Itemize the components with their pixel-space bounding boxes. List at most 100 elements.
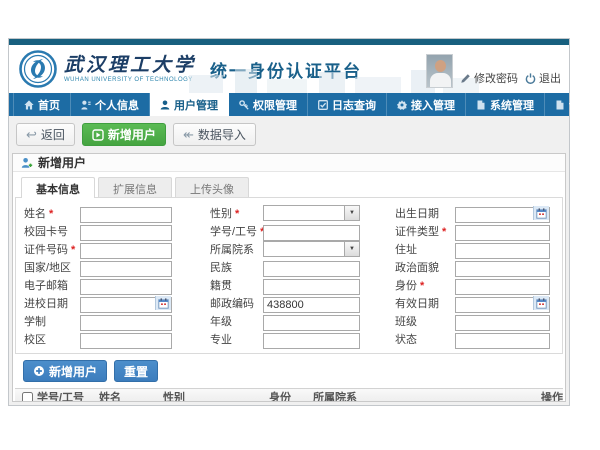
field-label-grade: 年级 <box>172 313 263 329</box>
university-name-block: 武汉理工大学 WUHAN UNIVERSITY OF TECHNOLOGY <box>64 55 196 83</box>
field-label-ethnicity: 民族 <box>172 259 263 275</box>
log-icon <box>318 100 328 110</box>
class-input[interactable] <box>455 315 550 331</box>
profile-icon <box>81 100 91 110</box>
submit-add-user-button[interactable]: 新增用户 <box>23 360 107 382</box>
campus-card-input[interactable] <box>80 225 172 241</box>
nav-item-log-query[interactable]: 日志查询 <box>308 93 387 116</box>
calendar-icon[interactable] <box>155 296 171 310</box>
address-field <box>455 241 550 257</box>
field-label-department: 所属院系 <box>172 241 263 257</box>
nav-item-permission[interactable]: 权限管理 <box>229 93 308 116</box>
identity-input[interactable] <box>455 279 550 295</box>
field-label-identity: 身份* <box>360 277 455 293</box>
tab-bar: 基本信息扩展信息上传头像 <box>13 172 565 197</box>
campus-field <box>80 331 172 347</box>
field-label-valid-date: 有效日期 <box>360 295 455 311</box>
reset-button[interactable]: 重置 <box>114 360 158 382</box>
nav-item-label: 接入管理 <box>411 97 455 113</box>
enroll-date-field <box>80 295 172 311</box>
tab-basic-info[interactable]: 基本信息 <box>21 177 95 198</box>
birth-date-field <box>455 205 550 221</box>
valid-date-field <box>455 295 550 311</box>
field-label-major: 专业 <box>172 331 263 347</box>
field-label-enroll-date: 进校日期 <box>24 295 80 311</box>
tab-extended-info[interactable]: 扩展信息 <box>98 177 172 197</box>
back-button-label: 返回 <box>41 126 65 143</box>
cert-type-field <box>455 223 550 239</box>
nav-item-label: 权限管理 <box>253 97 297 113</box>
add-user-button-label: 新增用户 <box>108 126 156 143</box>
column-header: 操作 <box>537 389 563 402</box>
field-label-status: 状态 <box>360 331 455 347</box>
required-marker: * <box>71 244 75 256</box>
add-user-icon <box>92 129 104 141</box>
status-input[interactable] <box>455 333 550 349</box>
nav-item-profile[interactable]: 个人信息 <box>71 93 150 116</box>
nav-item-access-mgmt[interactable]: 接入管理 <box>387 93 466 116</box>
field-label-postal-code: 邮政编码 <box>172 295 263 311</box>
address-input[interactable] <box>455 243 550 259</box>
nav-item-label: 首页 <box>38 97 60 113</box>
cert-number-input[interactable] <box>80 243 172 259</box>
email-input[interactable] <box>80 279 172 295</box>
nav-item-label: 订阅管理 <box>569 97 600 113</box>
select-all-checkbox[interactable] <box>22 392 33 403</box>
form-actions: 新增用户 重置 <box>13 354 565 387</box>
department-select[interactable]: ▼ <box>263 241 360 257</box>
status-field <box>455 331 550 347</box>
edu-length-input[interactable] <box>80 315 172 331</box>
field-label-class: 班级 <box>360 313 455 329</box>
chevron-down-icon: ▼ <box>344 206 359 220</box>
logout-label: 退出 <box>539 70 561 86</box>
column-header: 性别 <box>159 389 265 402</box>
ethnicity-field <box>263 259 360 275</box>
data-import-button[interactable]: ↞ 数据导入 <box>173 123 256 146</box>
plus-circle-icon <box>33 365 45 377</box>
field-label-edu-length: 学制 <box>24 313 80 329</box>
ethnicity-input[interactable] <box>263 261 360 277</box>
power-icon <box>525 73 536 84</box>
pencil-icon <box>460 73 471 84</box>
grade-input[interactable] <box>263 315 360 331</box>
nav-item-system-mgmt[interactable]: 系统管理 <box>466 93 545 116</box>
political-input[interactable] <box>455 261 550 277</box>
change-password-link[interactable]: 修改密码 <box>460 70 518 86</box>
cert-type-input[interactable] <box>455 225 550 241</box>
nav-item-label: 个人信息 <box>95 97 139 113</box>
tab-upload-avatar[interactable]: 上传头像 <box>175 177 249 197</box>
key-icon <box>239 100 249 110</box>
calendar-icon[interactable] <box>533 206 549 220</box>
gender-select[interactable]: ▼ <box>263 205 360 221</box>
select-all-cell <box>15 392 33 403</box>
postal-code-input[interactable] <box>263 297 360 313</box>
platform-title: 统一身份认证平台 <box>210 57 362 82</box>
major-input[interactable] <box>263 333 360 349</box>
major-field <box>263 331 360 347</box>
column-header: 身份 <box>265 389 309 402</box>
field-label-campus: 校区 <box>24 331 80 347</box>
logout-link[interactable]: 退出 <box>525 70 561 86</box>
nav-item-home[interactable]: 首页 <box>13 93 71 116</box>
university-name-en: WUHAN UNIVERSITY OF TECHNOLOGY <box>64 77 196 83</box>
email-field <box>80 277 172 293</box>
political-field <box>455 259 550 275</box>
name-input[interactable] <box>80 207 172 223</box>
country-input[interactable] <box>80 261 172 277</box>
required-marker: * <box>235 208 239 220</box>
native-place-input[interactable] <box>263 279 360 295</box>
nav-item-user-mgmt[interactable]: 用户管理 <box>150 93 229 116</box>
campus-input[interactable] <box>80 333 172 349</box>
user-form: 姓名*性别*▼出生日期校园卡号学号/工号*证件类型*证件号码*所属院系▼住址国家… <box>24 204 554 348</box>
student-id-input[interactable] <box>263 225 360 241</box>
add-user-button[interactable]: 新增用户 <box>82 123 166 146</box>
grade-field <box>263 313 360 329</box>
panel-header: 新增用户 <box>13 154 565 172</box>
nav-item-label: 用户管理 <box>174 97 218 113</box>
field-label-birth-date: 出生日期 <box>360 205 455 221</box>
nav-item-subscription[interactable]: 订阅管理 <box>545 93 600 116</box>
form-box: 姓名*性别*▼出生日期校园卡号学号/工号*证件类型*证件号码*所属院系▼住址国家… <box>15 197 563 354</box>
calendar-icon[interactable] <box>533 296 549 310</box>
back-button[interactable]: ↩ 返回 <box>16 123 75 146</box>
nav-bar: 首页个人信息用户管理权限管理日志查询接入管理系统管理订阅管理 <box>9 93 569 116</box>
